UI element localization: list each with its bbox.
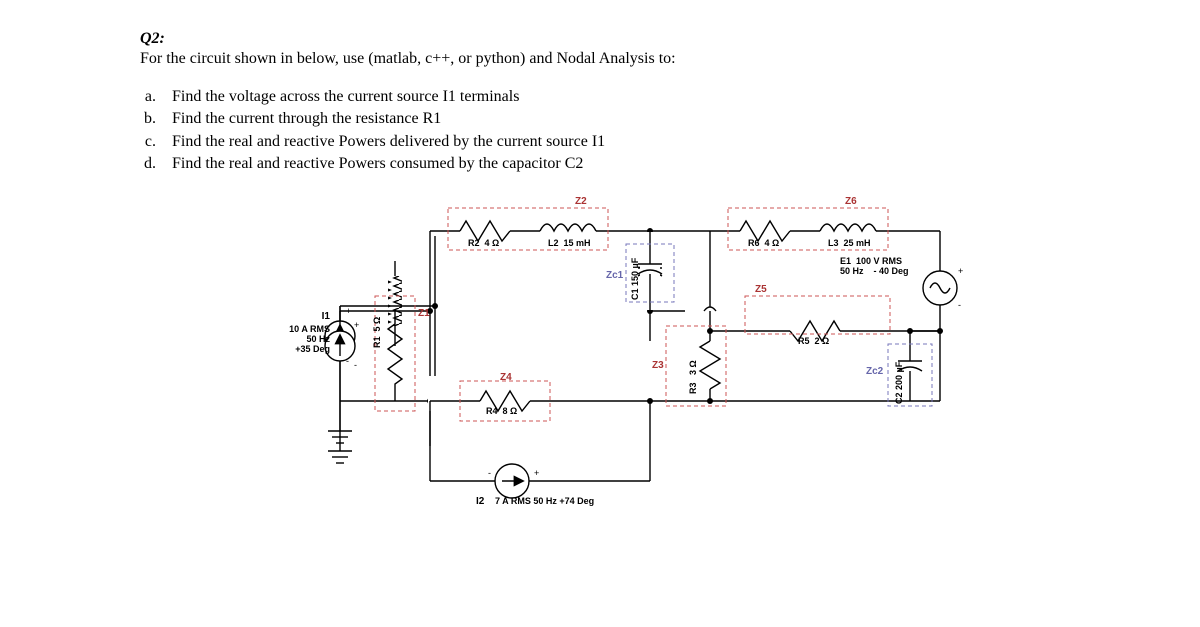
task-b: Find the current through the resistance … bbox=[160, 108, 1060, 130]
i2-name: I2 bbox=[476, 496, 484, 507]
z1-tag: Z1 bbox=[418, 308, 430, 319]
z2-tag: Z2 bbox=[575, 196, 587, 207]
svg-text:+: + bbox=[534, 468, 539, 478]
circuit-main: + - + - + - bbox=[280, 196, 1000, 526]
z6-tag: Z6 bbox=[845, 196, 857, 207]
task-list: Find the voltage across the current sour… bbox=[140, 86, 1060, 176]
svg-text:-: - bbox=[958, 300, 961, 310]
zc1-tag: Zc1 bbox=[606, 270, 623, 281]
question-intro: For the circuit shown in below, use (mat… bbox=[140, 50, 1060, 68]
z3-tag: Z3 bbox=[652, 360, 664, 371]
svg-text:-: - bbox=[488, 468, 491, 478]
svg-text:+: + bbox=[354, 320, 359, 330]
task-d: Find the real and reactive Powers consum… bbox=[160, 153, 1060, 175]
c1-label: C1 150 µF bbox=[630, 257, 640, 299]
l3-label: L3 25 mH bbox=[828, 238, 871, 248]
r6-label: R6 4 Ω bbox=[748, 238, 779, 248]
i1-spec: 10 A RMS 50 Hz +35 Deg bbox=[265, 324, 330, 354]
r3-label: R3 3 Ω bbox=[688, 360, 698, 394]
e1-spec: E1 100 V RMS 50 Hz - 40 Deg bbox=[840, 256, 909, 276]
i1-name: I1 bbox=[270, 311, 330, 322]
i2-spec: 7 A RMS 50 Hz +74 Deg bbox=[495, 496, 594, 506]
r1-label: R1 5 Ω bbox=[372, 316, 382, 347]
c2-label: C2 200 µF bbox=[894, 361, 904, 403]
circuit-diagram: + - bbox=[280, 196, 1000, 526]
l2-label: L2 15 mH bbox=[548, 238, 591, 248]
svg-text:+: + bbox=[958, 266, 963, 276]
z5-tag: Z5 bbox=[755, 284, 767, 295]
svg-text:-: - bbox=[354, 360, 357, 370]
task-a: Find the voltage across the current sour… bbox=[160, 86, 1060, 108]
task-c: Find the real and reactive Powers delive… bbox=[160, 131, 1060, 153]
z4-tag: Z4 bbox=[500, 372, 512, 383]
question-title: Q2: bbox=[140, 30, 1060, 48]
r2-label: R2 4 Ω bbox=[468, 238, 499, 248]
r5-label: R5 2 Ω bbox=[798, 336, 829, 346]
r4-label: R4 8 Ω bbox=[486, 406, 517, 416]
zc2-tag: Zc2 bbox=[866, 366, 883, 377]
